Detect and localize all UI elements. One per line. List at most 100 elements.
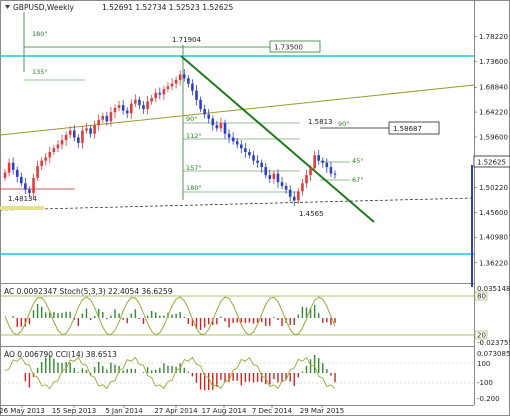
candle-body[interactable] bbox=[211, 118, 215, 126]
candle-body[interactable] bbox=[121, 105, 125, 111]
annotation-low-right: 1.4565 bbox=[299, 210, 324, 218]
candle-body[interactable] bbox=[305, 175, 308, 184]
candle-body[interactable] bbox=[113, 107, 117, 113]
time-tick-label: 7 Dec 2014 bbox=[252, 407, 293, 415]
candle-body[interactable] bbox=[60, 140, 64, 145]
candle-body[interactable] bbox=[68, 130, 72, 135]
candle-body[interactable] bbox=[244, 148, 247, 153]
candle-body[interactable] bbox=[150, 98, 153, 102]
candle-body[interactable] bbox=[203, 108, 206, 115]
candle-body[interactable] bbox=[195, 90, 198, 100]
candle-body[interactable] bbox=[191, 83, 194, 91]
candle-body[interactable] bbox=[117, 105, 121, 108]
candle-body[interactable] bbox=[24, 183, 27, 190]
candle-body[interactable] bbox=[32, 177, 35, 193]
candle-body[interactable] bbox=[227, 133, 231, 138]
candle-body[interactable] bbox=[64, 134, 68, 141]
candle-body[interactable] bbox=[317, 155, 321, 161]
candle-body[interactable] bbox=[292, 196, 296, 201]
time-tick-label: 29 Mar 2015 bbox=[300, 407, 344, 415]
candle-body[interactable] bbox=[36, 166, 39, 178]
candle-body[interactable] bbox=[256, 160, 259, 163]
candle-body[interactable] bbox=[44, 157, 48, 161]
price-tick-label: 1.50220 bbox=[479, 184, 508, 192]
price-tick-label: 1.45600 bbox=[479, 209, 508, 217]
candle-body[interactable] bbox=[329, 167, 333, 174]
chart-window: GBPUSD,Weekly 1.52691 1.52734 1.52523 1.… bbox=[0, 0, 510, 416]
candle-body[interactable] bbox=[174, 79, 178, 84]
candle-body[interactable] bbox=[146, 101, 149, 109]
candle-body[interactable] bbox=[252, 155, 255, 161]
candle-body[interactable] bbox=[48, 152, 52, 158]
candle-body[interactable] bbox=[7, 162, 11, 173]
candle-body[interactable] bbox=[178, 74, 182, 80]
candle-body[interactable] bbox=[105, 115, 109, 122]
fib-label-90-mid: 90° bbox=[186, 115, 198, 123]
candle-body[interactable] bbox=[166, 86, 170, 90]
candle-body[interactable] bbox=[272, 173, 276, 179]
candle-body[interactable] bbox=[81, 130, 84, 143]
candle-body[interactable] bbox=[268, 175, 272, 179]
candle-body[interactable] bbox=[15, 169, 19, 177]
candle-body[interactable] bbox=[72, 130, 76, 138]
candle-body[interactable] bbox=[239, 144, 243, 149]
price-tick-label: 1.40980 bbox=[479, 234, 508, 242]
candle-body[interactable] bbox=[85, 128, 88, 131]
candle-body[interactable] bbox=[187, 78, 190, 84]
current-price-label: 1.52625 bbox=[477, 159, 506, 167]
candle-body[interactable] bbox=[52, 148, 56, 153]
candle-body[interactable] bbox=[129, 103, 133, 114]
candle-body[interactable] bbox=[77, 137, 80, 143]
candle-body[interactable] bbox=[288, 189, 292, 197]
candle-body[interactable] bbox=[280, 182, 284, 186]
candle-body[interactable] bbox=[56, 144, 60, 149]
candle-body[interactable] bbox=[142, 105, 145, 109]
candle-body[interactable] bbox=[333, 173, 337, 175]
candle-body[interactable] bbox=[97, 119, 101, 126]
candle-body[interactable] bbox=[28, 189, 31, 193]
candle-body[interactable] bbox=[182, 74, 186, 79]
candle-body[interactable] bbox=[134, 99, 137, 104]
candle-body[interactable] bbox=[276, 173, 280, 183]
candle-body[interactable] bbox=[248, 152, 251, 156]
candle-body[interactable] bbox=[125, 110, 129, 114]
level-label-173500[interactable]: 1.73500 bbox=[269, 40, 321, 53]
candle-body[interactable] bbox=[138, 99, 141, 106]
pane2-tick-minus100: -100 bbox=[477, 379, 493, 387]
pane2-tick-max: 0.073085 bbox=[477, 350, 510, 358]
candle-body[interactable] bbox=[219, 122, 223, 129]
candle-body[interactable] bbox=[260, 162, 263, 168]
price-tick-label: 1.78220 bbox=[479, 33, 508, 41]
candle-body[interactable] bbox=[309, 168, 312, 176]
candle-body[interactable] bbox=[3, 172, 7, 178]
candle-body[interactable] bbox=[170, 83, 174, 87]
candle-body[interactable] bbox=[101, 115, 105, 120]
candle-body[interactable] bbox=[40, 160, 43, 167]
annotation-high: 1.71904 bbox=[172, 36, 201, 44]
candle-body[interactable] bbox=[89, 128, 92, 134]
level-label-158687[interactable]: 1.58687 bbox=[388, 121, 440, 135]
price-tick-label: 1.73600 bbox=[479, 58, 508, 66]
candle-body[interactable] bbox=[19, 176, 23, 184]
candle-body[interactable] bbox=[154, 92, 158, 99]
time-tick-label: 26 May 2013 bbox=[0, 407, 45, 415]
candle-body[interactable] bbox=[325, 162, 329, 168]
candle-body[interactable] bbox=[223, 122, 227, 134]
candle-body[interactable] bbox=[109, 112, 113, 122]
candle-body[interactable] bbox=[313, 155, 316, 169]
candle-body[interactable] bbox=[93, 125, 96, 134]
candle-body[interactable] bbox=[321, 160, 325, 163]
candle-body[interactable] bbox=[11, 162, 15, 170]
candle-body[interactable] bbox=[297, 191, 300, 201]
candle-body[interactable] bbox=[284, 185, 288, 190]
pane1-title: AC 0.0092347 Stoch(5,3,3) 22.4054 36.625… bbox=[4, 287, 173, 296]
candle-body[interactable] bbox=[235, 141, 239, 145]
candle-body[interactable] bbox=[215, 125, 219, 129]
candle-body[interactable] bbox=[231, 137, 235, 142]
candle-body[interactable] bbox=[158, 92, 162, 95]
candle-body[interactable] bbox=[207, 114, 211, 119]
candle-body[interactable] bbox=[199, 99, 202, 109]
candle-body[interactable] bbox=[301, 183, 304, 192]
candle-body[interactable] bbox=[162, 89, 166, 95]
candle-body[interactable] bbox=[264, 167, 268, 176]
